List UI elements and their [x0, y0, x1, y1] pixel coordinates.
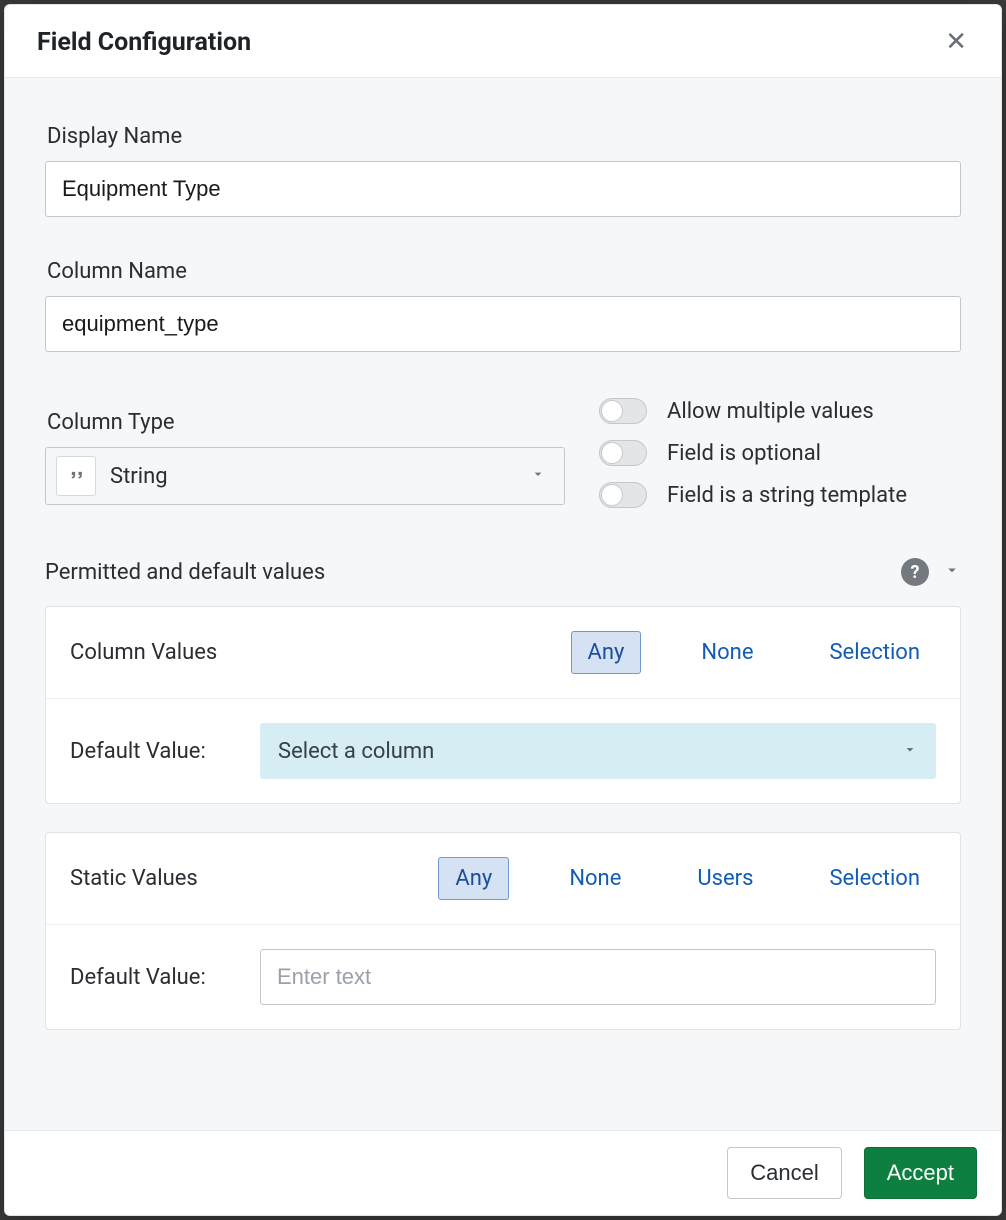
allow-multiple-label: Allow multiple values	[667, 399, 874, 424]
column-values-any[interactable]: Any	[571, 631, 642, 674]
chevron-down-icon	[902, 739, 918, 764]
string-template-toggle[interactable]	[599, 482, 647, 508]
field-optional-label: Field is optional	[667, 441, 821, 466]
static-values-panel: Static Values Any None Users Selection D…	[45, 832, 961, 1030]
string-template-label: Field is a string template	[667, 483, 907, 508]
section-collapse-icon[interactable]	[943, 561, 961, 583]
display-name-label: Display Name	[47, 124, 961, 149]
close-icon[interactable]: ✕	[941, 27, 971, 57]
column-default-select[interactable]: Select a column	[260, 723, 936, 779]
accept-button[interactable]: Accept	[864, 1147, 977, 1199]
allow-multiple-toggle[interactable]	[599, 398, 647, 424]
static-values-users[interactable]: Users	[681, 858, 769, 899]
column-type-value: String	[110, 464, 168, 489]
dialog-footer: Cancel Accept	[5, 1130, 1001, 1215]
column-default-placeholder: Select a column	[278, 739, 434, 764]
column-name-label: Column Name	[47, 259, 961, 284]
field-configuration-dialog: Field Configuration ✕ Display Name Colum…	[4, 4, 1002, 1216]
chevron-down-icon	[530, 466, 546, 486]
column-values-selection[interactable]: Selection	[813, 632, 936, 673]
column-type-select[interactable]: String	[45, 447, 565, 505]
static-default-label: Default Value:	[70, 965, 240, 990]
static-values-none[interactable]: None	[553, 858, 637, 899]
permitted-section-title: Permitted and default values	[45, 560, 325, 585]
field-optional-toggle[interactable]	[599, 440, 647, 466]
quote-icon	[56, 456, 96, 496]
column-values-panel: Column Values Any None Selection Default…	[45, 606, 961, 804]
dialog-title: Field Configuration	[37, 28, 251, 57]
column-values-none[interactable]: None	[685, 632, 769, 673]
dialog-header: Field Configuration ✕	[5, 5, 1001, 78]
static-values-label: Static Values	[70, 866, 198, 891]
column-type-label: Column Type	[47, 410, 565, 435]
column-values-label: Column Values	[70, 640, 217, 665]
help-icon[interactable]: ?	[901, 558, 929, 586]
static-values-selection[interactable]: Selection	[813, 858, 936, 899]
static-values-any[interactable]: Any	[438, 857, 509, 900]
display-name-input[interactable]	[45, 161, 961, 217]
static-default-input[interactable]	[260, 949, 936, 1005]
column-name-input[interactable]	[45, 296, 961, 352]
column-default-label: Default Value:	[70, 739, 240, 764]
cancel-button[interactable]: Cancel	[727, 1147, 841, 1199]
dialog-body: Display Name Column Name Column Type Str…	[5, 78, 1001, 1130]
